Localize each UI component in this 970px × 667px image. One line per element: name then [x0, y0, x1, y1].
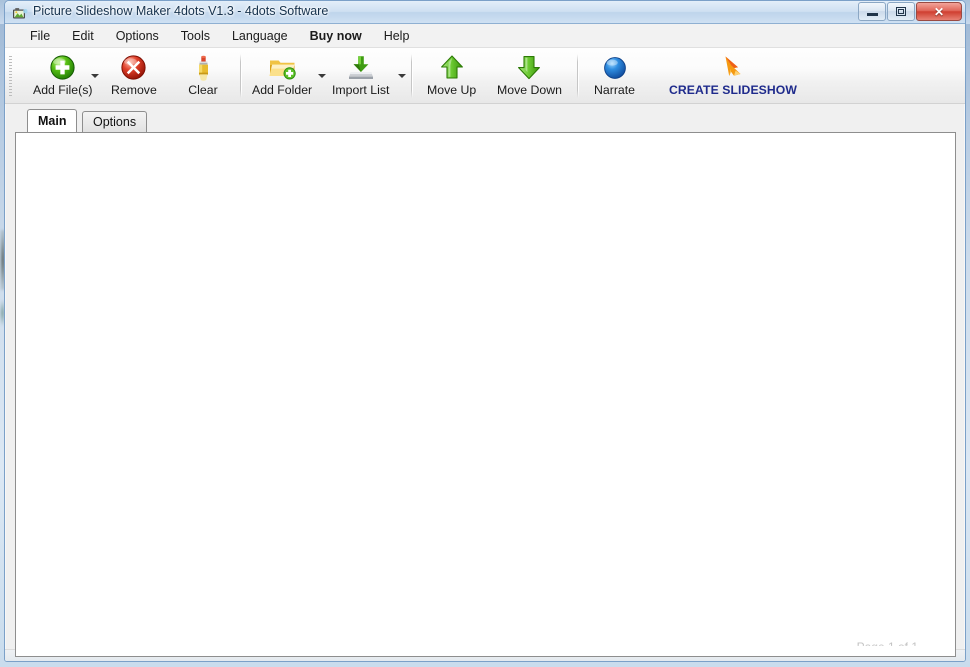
title-bar: Picture Slideshow Maker 4dots V1.3 - 4do… — [5, 1, 965, 24]
narrate-label: Narrate — [594, 83, 635, 97]
import-list-dropdown-chevron-down-icon[interactable] — [398, 72, 407, 81]
close-button[interactable]: ✕ — [916, 2, 962, 21]
move-up-label: Move Up — [427, 83, 476, 97]
narrate-button[interactable]: Narrate — [590, 51, 639, 97]
tab-options-label: Options — [93, 115, 136, 129]
paintbrush-icon — [187, 53, 219, 82]
menu-item-edit[interactable]: Edit — [61, 26, 105, 46]
main-toolbar: Add File(s) Rem — [5, 48, 965, 104]
add-files-button[interactable]: Add File(s) — [29, 51, 96, 97]
arrow-down-icon — [513, 53, 545, 82]
tab-strip: Main Options — [15, 110, 956, 132]
application-window: Picture Slideshow Maker 4dots V1.3 - 4do… — [4, 0, 966, 662]
menu-item-tools[interactable]: Tools — [170, 26, 221, 46]
slideshow-app-icon — [12, 5, 28, 21]
menu-item-language[interactable]: Language — [221, 26, 299, 46]
add-folder-dropdown-chevron-down-icon[interactable] — [318, 72, 327, 81]
tab-options[interactable]: Options — [82, 111, 147, 132]
remove-button[interactable]: Remove — [107, 51, 161, 97]
import-list-button[interactable]: Import List — [328, 51, 393, 97]
clear-button[interactable]: Clear — [183, 51, 223, 97]
add-folder-button[interactable]: Add Folder — [248, 51, 316, 97]
move-up-button[interactable]: Move Up — [423, 51, 480, 97]
page-indicator-ghost: Page 1 of 1 — [857, 640, 918, 654]
remove-label: Remove — [111, 83, 157, 97]
tab-main-label: Main — [38, 114, 66, 128]
move-down-label: Move Down — [497, 83, 562, 97]
green-plus-circle-icon — [47, 53, 79, 82]
menu-item-buy-now[interactable]: Buy now — [299, 26, 373, 46]
add-files-label: Add File(s) — [33, 83, 92, 97]
menu-bar: File Edit Options Tools Language Buy now… — [5, 24, 965, 48]
toolbar-separator-1 — [240, 54, 241, 98]
menu-item-help[interactable]: Help — [373, 26, 421, 46]
toolbar-separator-2 — [411, 54, 412, 98]
toolbar-grip[interactable] — [9, 56, 12, 96]
import-list-label: Import List — [332, 83, 389, 97]
create-slideshow-button[interactable]: CREATE SLIDESHOW — [665, 51, 801, 97]
minimize-button[interactable] — [858, 2, 886, 21]
file-list-area[interactable]: Page 1 of 1 — [16, 133, 955, 656]
toolbar-separator-3 — [577, 54, 578, 98]
tab-main[interactable]: Main — [27, 109, 77, 132]
maximize-button[interactable] — [887, 2, 915, 21]
file-list-panel[interactable]: Page 1 of 1 — [15, 132, 956, 657]
move-down-button[interactable]: Move Down — [493, 51, 566, 97]
arrow-up-icon — [436, 53, 468, 82]
blue-sphere-microphone-icon — [599, 53, 631, 82]
red-x-circle-icon — [118, 53, 150, 82]
window-controls: ✕ — [858, 2, 962, 21]
close-icon: ✕ — [934, 6, 944, 18]
import-download-icon — [345, 53, 377, 82]
orange-lightning-icon — [717, 53, 749, 82]
tab-host: Main Options Page 1 of 1 — [15, 110, 956, 657]
menu-item-file[interactable]: File — [19, 26, 61, 46]
add-files-dropdown-chevron-down-icon[interactable] — [91, 72, 100, 81]
clear-label: Clear — [188, 83, 217, 97]
window-title: Picture Slideshow Maker 4dots V1.3 - 4do… — [33, 4, 328, 18]
folder-add-icon — [266, 53, 298, 82]
menu-item-options[interactable]: Options — [105, 26, 170, 46]
add-folder-label: Add Folder — [252, 83, 312, 97]
create-slideshow-label: CREATE SLIDESHOW — [669, 83, 797, 97]
